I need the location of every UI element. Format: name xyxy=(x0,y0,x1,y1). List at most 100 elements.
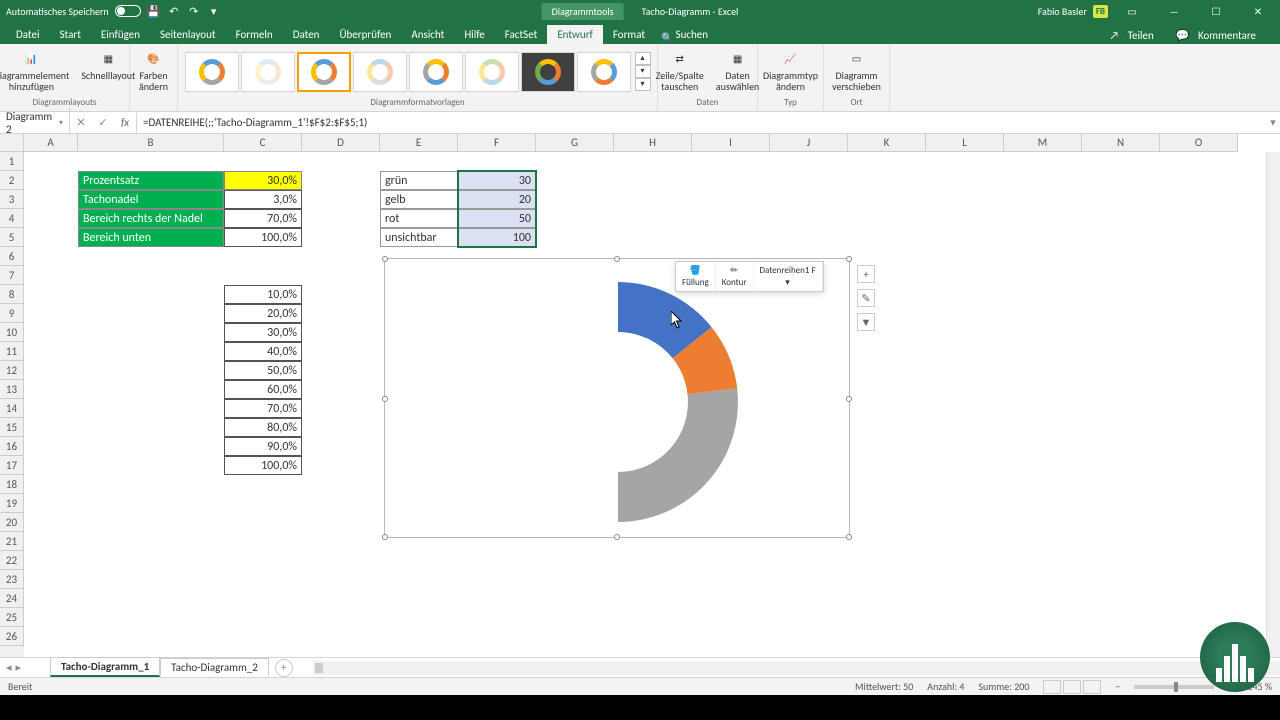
formula-input[interactable]: =DATENREIHE(;;'Tacho-Diagramm_1'!$F$2:$F… xyxy=(137,114,1266,131)
cell-C17[interactable]: 100,0% xyxy=(224,456,302,475)
tab-seitenlayout[interactable]: Seitenlayout xyxy=(150,25,226,44)
cell-B2[interactable]: Prozentsatz xyxy=(78,171,224,190)
cell-C8[interactable]: 10,0% xyxy=(224,285,302,304)
chart-elements-button[interactable]: + xyxy=(857,265,875,283)
close-button[interactable]: ✕ xyxy=(1240,0,1276,22)
chart-style-3[interactable] xyxy=(297,52,351,92)
cell-C14[interactable]: 70,0% xyxy=(224,399,302,418)
tab-factset[interactable]: FactSet xyxy=(495,25,548,44)
doughnut-chart[interactable] xyxy=(385,259,851,539)
view-normal-icon[interactable] xyxy=(1043,680,1061,694)
tab-hilfe[interactable]: Hilfe xyxy=(454,25,494,44)
chart-styles-button[interactable]: ✎ xyxy=(857,289,875,307)
cell-C5[interactable]: 100,0% xyxy=(224,228,302,247)
cell-E4[interactable]: rot xyxy=(380,209,458,228)
select-all-corner[interactable] xyxy=(0,134,24,152)
cell-C3[interactable]: 3,0% xyxy=(224,190,302,209)
change-chart-type-button[interactable]: 📈Diagrammtyp ändern xyxy=(759,46,822,94)
move-chart-button[interactable]: ▭Diagramm verschieben xyxy=(828,46,885,94)
chart-slice-3[interactable] xyxy=(618,389,738,523)
cell-F4[interactable]: 50 xyxy=(458,209,536,228)
cell-E5[interactable]: unsichtbar xyxy=(380,228,458,247)
vertical-scrollbar[interactable] xyxy=(1266,152,1280,657)
cell-C12[interactable]: 50,0% xyxy=(224,361,302,380)
chart-style-5[interactable] xyxy=(409,52,463,92)
cell-F3[interactable]: 20 xyxy=(458,190,536,209)
cell-B3[interactable]: Tachonadel xyxy=(78,190,224,209)
cell-grid[interactable]: Prozentsatz 30,0% Tachonadel 3,0% Bereic… xyxy=(24,152,1266,657)
add-sheet-button[interactable]: + xyxy=(275,659,293,677)
chart-style-2[interactable] xyxy=(241,52,295,92)
sheet-tab-2[interactable]: Tacho-Diagramm_2 xyxy=(160,658,269,676)
share-button[interactable]: ↗ Teilen xyxy=(1103,27,1165,44)
tab-entwurf[interactable]: Entwurf xyxy=(547,25,603,44)
series-dropdown[interactable]: Datenreihen1 F▾ xyxy=(754,262,823,291)
tab-start[interactable]: Start xyxy=(50,25,91,44)
cell-E2[interactable]: grün xyxy=(380,171,458,190)
chart-filter-button[interactable]: ▼ xyxy=(857,313,875,331)
tab-ansicht[interactable]: Ansicht xyxy=(401,25,454,44)
view-pagelayout-icon[interactable] xyxy=(1063,680,1081,694)
fx-icon[interactable]: fx xyxy=(114,113,136,133)
doc-name: Tacho-Diagramm xyxy=(642,5,711,18)
cell-C15[interactable]: 80,0% xyxy=(224,418,302,437)
autosave-toggle[interactable] xyxy=(115,5,141,17)
comments-button[interactable]: 💬 Kommentare xyxy=(1170,27,1268,44)
column-headers[interactable]: ABCDEFGHIJKLMNO xyxy=(24,134,1238,152)
minimize-button[interactable]: — xyxy=(1156,0,1192,22)
select-data-button[interactable]: ▦Daten auswählen xyxy=(712,46,764,94)
add-chart-element-button[interactable]: 📊Diagrammelement hinzufügen xyxy=(0,46,73,94)
cell-C4[interactable]: 70,0% xyxy=(224,209,302,228)
redo-icon[interactable]: ↷ xyxy=(187,4,201,18)
name-box[interactable]: Diagramm 2▾ xyxy=(0,108,70,138)
tab-formeln[interactable]: Formeln xyxy=(226,25,283,44)
user-badge[interactable]: FB xyxy=(1093,5,1108,18)
fill-button[interactable]: 🪣Füllung xyxy=(676,262,716,291)
accept-formula-icon[interactable]: ✓ xyxy=(92,113,114,133)
horizontal-scrollbar[interactable] xyxy=(313,661,1280,675)
cell-F5[interactable]: 100 xyxy=(458,228,536,247)
undo-icon[interactable]: ↶ xyxy=(167,4,181,18)
styles-scroll[interactable]: ▴▾▾ xyxy=(635,52,651,91)
chart-style-1[interactable] xyxy=(185,52,239,92)
cell-B4[interactable]: Bereich rechts der Nadel xyxy=(78,209,224,228)
tab-daten[interactable]: Daten xyxy=(283,25,330,44)
change-colors-button[interactable]: 🎨Farben ändern xyxy=(135,46,172,94)
save-icon[interactable]: 💾 xyxy=(147,4,161,18)
expand-formula-bar-icon[interactable]: ▾ xyxy=(1266,116,1280,129)
tab-datei[interactable]: Datei xyxy=(6,25,50,44)
qat-more-icon[interactable]: ▾ xyxy=(207,4,221,18)
cell-C2[interactable]: 30,0% xyxy=(224,171,302,190)
zoom-slider[interactable] xyxy=(1134,685,1214,689)
tab-format[interactable]: Format xyxy=(603,25,655,44)
chart-object[interactable]: + ✎ ▼ 🪣Füllung ✏Kontur Datenreihen1 F▾ xyxy=(384,258,850,538)
cancel-formula-icon[interactable]: ✕ xyxy=(70,113,92,133)
sheet-nav[interactable]: ◂▸ xyxy=(0,661,50,674)
row-headers[interactable]: 1234567891011121314151617181920212223242… xyxy=(0,152,24,657)
status-avg: Mittelwert: 50 xyxy=(855,680,913,693)
cell-C16[interactable]: 90,0% xyxy=(224,437,302,456)
cell-E3[interactable]: gelb xyxy=(380,190,458,209)
cell-C9[interactable]: 20,0% xyxy=(224,304,302,323)
cell-C11[interactable]: 40,0% xyxy=(224,342,302,361)
cell-B5[interactable]: Bereich unten xyxy=(78,228,224,247)
cell-C10[interactable]: 30,0% xyxy=(224,323,302,342)
maximize-button[interactable]: ☐ xyxy=(1198,0,1234,22)
ribbon-options-icon[interactable]: ▭ xyxy=(1114,0,1150,22)
zoom-out-button[interactable]: − xyxy=(1115,680,1120,693)
sheet-tab-1[interactable]: Tacho-Diagramm_1 xyxy=(50,657,160,677)
chart-style-7[interactable] xyxy=(521,52,575,92)
chart-style-6[interactable] xyxy=(465,52,519,92)
chart-style-8[interactable] xyxy=(577,52,631,92)
cell-F2[interactable]: 30 xyxy=(458,171,536,190)
outline-button[interactable]: ✏Kontur xyxy=(716,262,754,291)
view-pagebreak-icon[interactable] xyxy=(1083,680,1101,694)
tab-einfuegen[interactable]: Einfügen xyxy=(91,25,150,44)
switch-row-col-button[interactable]: ⇄Zeile/Spalte tauschen xyxy=(652,46,708,94)
cell-C13[interactable]: 60,0% xyxy=(224,380,302,399)
search-label[interactable]: Suchen xyxy=(674,25,719,44)
tab-ueberpruefen[interactable]: Überprüfen xyxy=(329,25,401,44)
contextual-tab-label: Diagrammtools xyxy=(542,3,624,20)
chart-style-4[interactable] xyxy=(353,52,407,92)
title-bar: Automatisches Speichern 💾 ↶ ↷ ▾ Diagramm… xyxy=(0,0,1280,22)
